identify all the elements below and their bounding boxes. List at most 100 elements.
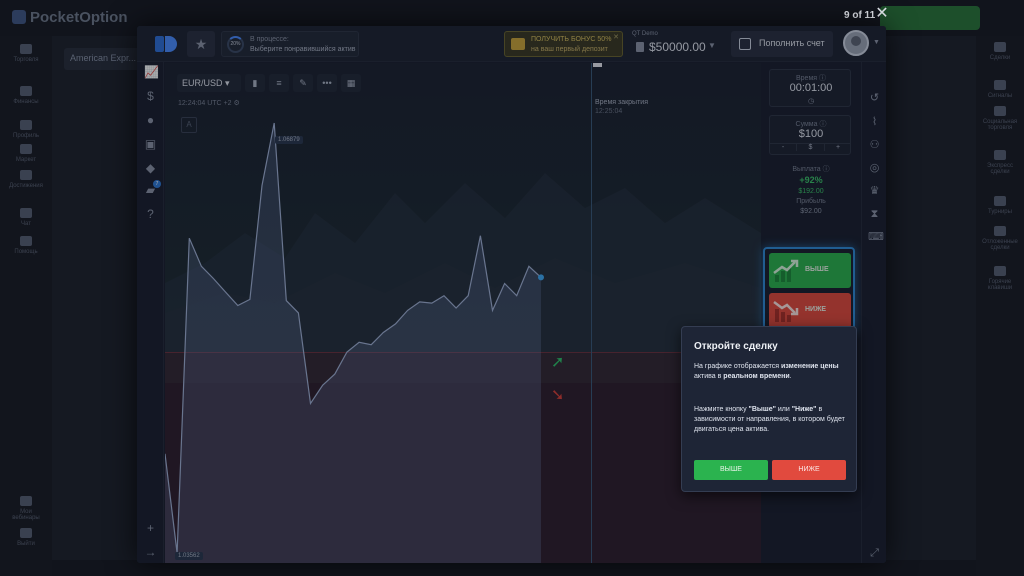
background-right-item: Горячие клавиши <box>980 266 1020 291</box>
current-price-dot <box>538 274 544 281</box>
higher-label: ВЫШЕ <box>805 266 829 273</box>
price-area-series <box>165 122 544 563</box>
time-field[interactable]: Время ⓘ 00:01:00 ◷ <box>769 69 851 107</box>
progress-ring: 20% <box>227 36 244 53</box>
favorite-star-button[interactable]: ★ <box>187 31 215 57</box>
lower-label: НИЖЕ <box>805 306 827 313</box>
info-icon: ⓘ <box>819 75 826 82</box>
background-nav-item: Маркет <box>6 144 46 163</box>
background-right-item: Социальная торговля <box>980 106 1020 131</box>
amount-minus-button[interactable]: - <box>770 143 797 151</box>
up-arrow-icon: ➚ <box>551 354 565 371</box>
high-price-label: 1.06879 <box>275 136 303 144</box>
exit-icon[interactable]: → <box>144 546 157 559</box>
background-nav-item: Выйти <box>6 528 46 547</box>
info-icon: ⓘ <box>822 166 830 173</box>
account-selector[interactable]: QT Demo $50000.00 ▼ <box>632 31 722 57</box>
background-nav-item: Финансы <box>6 86 46 105</box>
clock-icon[interactable]: ◷ <box>770 97 852 105</box>
server-clock: 12:24:04 UTC +2 ⚙ <box>178 100 240 107</box>
cart-icon[interactable]: ▣ <box>144 138 157 151</box>
add-user-icon[interactable]: + <box>144 522 157 535</box>
popup-paragraph-1: На графике отображается изменение цены а… <box>694 363 839 380</box>
popup-lower-button[interactable]: НИЖЕ <box>772 460 846 480</box>
background-right-nav: Сделки Сигналы Социальная торговля Экспр… <box>976 36 1024 576</box>
time-value: 00:01:00 <box>789 82 833 94</box>
payout-label: Выплата ⓘ <box>792 166 830 173</box>
chart-icon[interactable]: 📈 <box>144 66 159 79</box>
modal-right-toolbar: ↺ ⌇ ⚇ ◎ ♛ ⧗ ⌨ ⤢ ← <box>861 62 886 563</box>
user-icon[interactable]: ● <box>144 114 157 127</box>
background-asset: American Expr... <box>64 48 144 70</box>
onboarding-progress[interactable]: 20% В процессе: Выберите понравившийся а… <box>221 31 359 57</box>
price-chart[interactable]: Время закрытия 12:25:04 EUR/USD ▾ ▮ ≡ ✎ … <box>165 63 761 563</box>
background-nav-item: Мои вебинары <box>6 496 46 521</box>
background-topup-button <box>880 6 980 30</box>
account-type: QT Demo <box>632 31 658 37</box>
popup-paragraph-2: Нажмите кнопку "Выше" или "Ниже" в завис… <box>694 406 845 433</box>
amount-field[interactable]: Сумма ⓘ $100 - $ + <box>769 115 851 155</box>
profit-label: Прибыль <box>796 198 826 205</box>
amount-currency-button[interactable]: $ <box>797 143 825 151</box>
background-nav-item: Помощь <box>6 236 46 255</box>
higher-button[interactable]: ВЫШЕ <box>769 253 851 288</box>
chevron-down-icon: ▾ <box>225 78 230 88</box>
topup-button[interactable]: Пополнить счет <box>731 31 833 57</box>
gear-icon[interactable]: ⚙ <box>233 100 239 107</box>
trend-up-icon <box>773 259 799 282</box>
avatar[interactable] <box>843 30 869 56</box>
modal-left-toolbar: 📈 $ ● ▣ ◆ ▰ 7 ? + → <box>137 62 164 563</box>
wallet-icon <box>739 38 751 50</box>
layout-grid-icon[interactable]: ▦ <box>341 74 361 92</box>
background-right-item: Экспресс сделки <box>980 150 1020 175</box>
amount-value: $100 <box>798 128 824 140</box>
flag-icon <box>593 63 602 67</box>
price-area-fill <box>165 123 541 563</box>
background-nav-item: Профиль <box>6 120 46 139</box>
popup-title: Откройте сделку <box>694 341 778 352</box>
indicators-icon[interactable]: ≡ <box>269 74 289 92</box>
dollar-icon[interactable]: $ <box>144 90 157 103</box>
hourglass-icon[interactable]: ⧗ <box>868 208 881 221</box>
fullscreen-icon[interactable]: ⤢ <box>868 547 881 560</box>
star-icon: ★ <box>194 36 208 52</box>
bonus-banner[interactable]: ПОЛУЧИТЬ БОНУС 50% на ваш первый депозит… <box>504 31 623 57</box>
payout-percent: +92% <box>799 175 823 185</box>
background-right-item: Сигналы <box>980 80 1020 99</box>
signal-icon[interactable]: ⌇ <box>868 116 881 129</box>
chevron-down-icon: ▼ <box>708 41 716 50</box>
help-icon[interactable]: ? <box>144 208 157 221</box>
pair-selector[interactable]: EUR/USD ▾ <box>177 74 241 92</box>
popup-higher-button[interactable]: ВЫШЕ <box>694 460 768 480</box>
target-icon[interactable]: ◎ <box>868 162 881 175</box>
trophy-icon[interactable]: ♛ <box>868 185 881 198</box>
chart-type-icon[interactable]: ▮ <box>245 74 265 92</box>
more-icon[interactable]: ••• <box>317 74 337 92</box>
tour-close-icon[interactable]: ✕ <box>875 6 889 22</box>
progress-status: В процессе: <box>250 36 289 43</box>
trend-down-icon <box>773 301 799 322</box>
background-logo: PocketOption <box>12 9 128 26</box>
trade-buttons-highlight: ВЫШЕ НИЖЕ <box>763 247 855 333</box>
modal-header: ★ 20% В процессе: Выберите понравившийся… <box>137 26 886 62</box>
chat-badge: 7 <box>153 180 161 188</box>
amount-plus-button[interactable]: + <box>825 143 851 151</box>
indicator-badge[interactable]: A <box>181 117 197 133</box>
background-right-item: Отложенные сделки <box>980 226 1020 251</box>
keyboard-icon[interactable]: ⌨ <box>868 231 884 244</box>
avatar-chevron-icon: ▼ <box>873 39 880 46</box>
bonus-close-icon[interactable]: ✕ <box>613 33 619 41</box>
diamond-icon[interactable]: ◆ <box>144 162 157 175</box>
tutorial-popup: Откройте сделку На графике отображается … <box>681 326 857 492</box>
low-price-label: 1.03562 <box>175 552 203 560</box>
lower-button[interactable]: НИЖЕ <box>769 293 851 328</box>
down-arrow-icon: ➘ <box>551 387 565 404</box>
background-right-item: Турниры <box>980 196 1020 215</box>
social-icon[interactable]: ⚇ <box>868 139 881 152</box>
history-icon[interactable]: ↺ <box>868 92 881 105</box>
drawing-icon[interactable]: ✎ <box>293 74 313 92</box>
payout-value: $192.00 <box>798 188 824 195</box>
close-time-value: 12:25:04 <box>595 108 623 115</box>
bonus-title: ПОЛУЧИТЬ БОНУС 50% <box>531 36 612 43</box>
account-icon <box>636 42 644 52</box>
